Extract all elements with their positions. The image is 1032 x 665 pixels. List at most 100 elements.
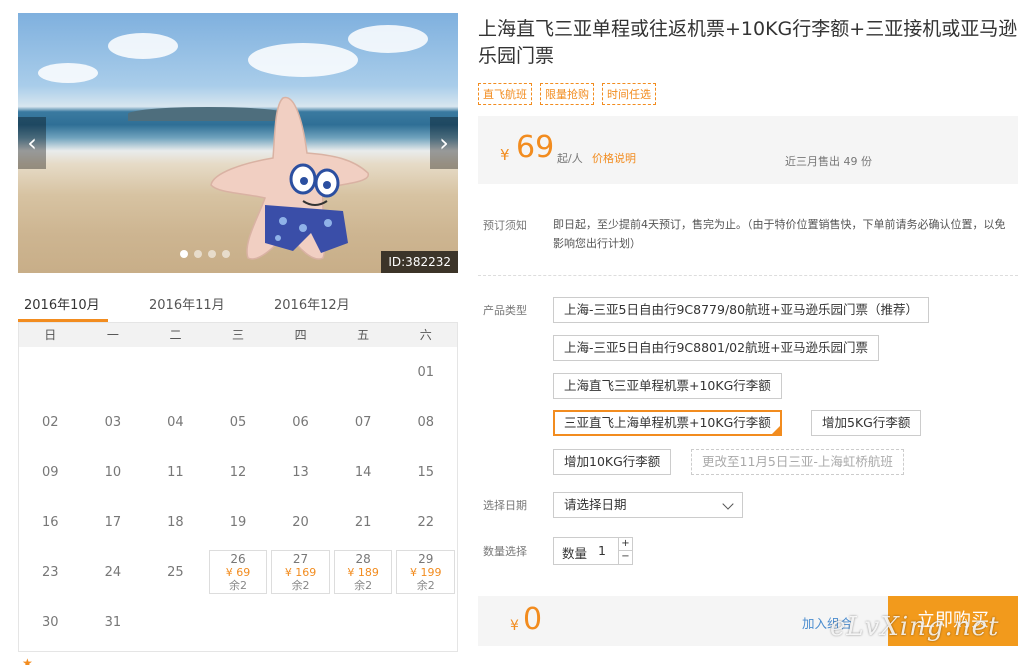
option-item[interactable]: 上海直飞三亚单程机票+10KG行李额 <box>553 373 782 399</box>
day-number: 02 <box>42 414 59 430</box>
calendar-day <box>269 347 332 397</box>
calendar-day: 30 <box>19 597 82 647</box>
quantity-minus-button[interactable]: − <box>618 551 632 564</box>
option-item-selected[interactable]: 三亚直飞上海单程机票+10KG行李额 <box>553 410 782 436</box>
gallery-dot[interactable] <box>222 250 230 258</box>
calendar-day: 23 <box>19 547 82 597</box>
day-number: 12 <box>229 464 247 480</box>
day-number: 19 <box>229 514 247 530</box>
calendar-day <box>144 347 207 397</box>
quantity-plus-button[interactable]: + <box>618 538 632 551</box>
product-tag: 时间任选 <box>602 83 656 105</box>
day-number: 28 <box>355 551 371 566</box>
price-explanation-link[interactable]: 价格说明 <box>592 150 636 166</box>
day-stock: 余2 <box>291 578 310 592</box>
day-number: 17 <box>104 514 122 530</box>
calendar-day <box>332 347 395 397</box>
calendar-day-available[interactable]: 29 ¥ 199 余2 <box>396 550 455 594</box>
day-number: 11 <box>167 464 184 480</box>
product-gallery: ‹ › ID:382232 <box>18 13 458 273</box>
calendar-day: 19 <box>207 497 270 547</box>
quantity-inner-label: 数量 <box>562 546 588 561</box>
quantity-value[interactable]: 1 <box>598 543 606 558</box>
weekday-label: 三 <box>232 328 245 342</box>
day-number: 01 <box>417 364 434 380</box>
gallery-dots <box>180 250 230 258</box>
calendar-day: 04 <box>144 397 207 447</box>
product-title: 上海直飞三亚单程或往返机票+10KG行李额+三亚接机或亚马逊乐园门票 <box>478 18 1018 67</box>
calendar-day: 21 <box>332 497 395 547</box>
date-select-value: 请选择日期 <box>564 497 627 512</box>
day-number: 15 <box>417 464 434 480</box>
gallery-dot[interactable] <box>194 250 202 258</box>
chevron-down-icon <box>722 498 734 510</box>
cloud <box>108 33 178 59</box>
day-number: 25 <box>167 564 184 580</box>
calendar-day: 01 <box>394 347 457 397</box>
day-number: 18 <box>167 514 184 530</box>
gallery-next-button[interactable]: › <box>430 117 458 169</box>
calendar-day-available[interactable]: 28 ¥ 189 余2 <box>333 550 393 594</box>
date-select-label: 选择日期 <box>483 499 527 512</box>
starfish-toy-image <box>210 96 369 260</box>
calendar-day: 16 <box>19 497 82 547</box>
day-price: ¥ 69 <box>225 565 251 579</box>
day-number: 05 <box>229 414 247 430</box>
tab-month-2[interactable]: 2016年11月 <box>143 290 268 322</box>
day-number: 23 <box>42 564 59 580</box>
calendar-day: 06 <box>269 397 332 447</box>
tab-month-3[interactable]: 2016年12月 <box>268 290 393 322</box>
calendar-day: 12 <box>207 447 270 497</box>
calendar-day: 08 <box>394 397 457 447</box>
calendar-day: 11 <box>144 447 207 497</box>
day-price: ¥ 199 <box>409 565 442 579</box>
day-number: 24 <box>104 564 122 580</box>
day-price: ¥ 169 <box>284 565 317 579</box>
calendar-day: 15 <box>394 447 457 497</box>
calendar-day: 03 <box>82 397 145 447</box>
option-item-disabled: 更改至11月5日三亚-上海虹桥航班 <box>691 449 904 475</box>
cloud <box>348 25 428 53</box>
day-number: 26 <box>230 551 246 566</box>
calendar-day-available[interactable]: 26 ¥ 69 余2 <box>208 550 268 594</box>
calendar-day <box>82 347 145 397</box>
booking-notice-label: 预订须知 <box>483 219 527 232</box>
cloud <box>248 43 358 77</box>
option-item[interactable]: 上海-三亚5日自由行9C8779/80航班+亚马逊乐园门票（推荐） <box>553 297 930 323</box>
star-icon: ★ <box>22 656 33 665</box>
calendar-day: 05 <box>207 397 270 447</box>
product-id-badge: ID:382232 <box>381 251 458 273</box>
gallery-dot[interactable] <box>208 250 216 258</box>
option-item[interactable]: 上海-三亚5日自由行9C8801/02航班+亚马逊乐园门票 <box>553 335 880 361</box>
weekday-label: 六 <box>419 328 432 342</box>
price-value: 69 <box>516 130 555 165</box>
calendar-day-available[interactable]: 27 ¥ 169 余2 <box>271 550 330 594</box>
calendar: 日 一 二 三 四 五 六 01 02 03 04 05 06 07 08 09 10 11 12 13… <box>18 322 458 652</box>
weekday-label: 四 <box>294 328 307 342</box>
product-tag: 限量抢购 <box>540 83 594 105</box>
day-number: 29 <box>418 551 434 566</box>
option-item[interactable]: 增加10KG行李额 <box>553 449 672 475</box>
weekday-label: 二 <box>169 328 182 342</box>
tab-month-1[interactable]: 2016年10月 <box>18 290 108 322</box>
weekday-label: 一 <box>106 328 119 342</box>
cloud <box>38 63 98 83</box>
quantity-stepper[interactable]: 数量 1 + − <box>553 537 633 565</box>
calendar-day: 14 <box>332 447 395 497</box>
divider <box>478 275 1018 276</box>
day-number: 27 <box>292 551 309 566</box>
calendar-day <box>207 347 270 397</box>
day-number: 06 <box>292 414 309 430</box>
calendar-day: 31 <box>82 597 145 647</box>
gallery-dot[interactable] <box>180 250 188 258</box>
gallery-prev-button[interactable]: ‹ <box>18 117 46 169</box>
day-number: 07 <box>354 414 372 430</box>
calendar-day: 02 <box>19 397 82 447</box>
option-item[interactable]: 增加5KG行李额 <box>811 410 922 436</box>
date-select-dropdown[interactable]: 请选择日期 <box>553 492 743 518</box>
day-number: 08 <box>417 414 434 430</box>
calendar-day: 13 <box>269 447 332 497</box>
day-number: 13 <box>292 464 309 480</box>
day-number: 22 <box>417 514 434 530</box>
watermark: eLvXing.net <box>830 612 1000 642</box>
